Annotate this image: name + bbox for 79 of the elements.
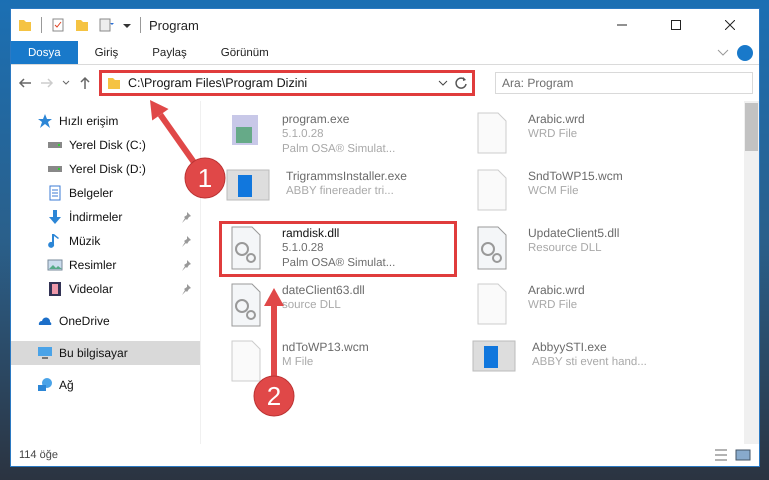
file-detail: ABBY finereader tri... — [286, 184, 395, 199]
file-item[interactable]: UpdateClient5.dll Resource DLL — [465, 221, 703, 277]
close-icon — [725, 20, 735, 30]
file-detail: Palm OSA® Simulat... — [282, 142, 396, 157]
star-icon — [37, 113, 53, 129]
download-icon — [47, 209, 63, 225]
checklist-icon — [50, 17, 66, 33]
pin-icon — [180, 235, 192, 247]
file-detail: M File — [282, 355, 314, 370]
folder-icon — [106, 75, 122, 91]
sidebar-item[interactable]: Hızlı erişim — [11, 109, 200, 133]
application-window-icon — [472, 339, 516, 373]
scrollbar[interactable] — [744, 101, 759, 444]
file-name: program.exe — [282, 112, 350, 127]
new-folder-icon — [74, 17, 90, 33]
large-icons-view-icon — [735, 447, 751, 463]
file-item[interactable]: Arabic.wrd WRD File — [465, 278, 703, 334]
ribbon-tab[interactable]: Giriş — [78, 41, 136, 64]
picture-icon — [47, 257, 63, 273]
address-bar[interactable]: C:\Program Files\Program Dizini — [99, 70, 475, 96]
pin-icon — [180, 259, 192, 271]
pin-icon — [180, 211, 192, 223]
details-view-icon — [713, 447, 729, 463]
ribbon-tab[interactable]: Paylaş — [135, 41, 204, 64]
file-name: dateClient63.dll — [282, 283, 365, 298]
file-name: Arabic.wrd — [528, 112, 585, 127]
ribbon-tab[interactable]: Görünüm — [204, 41, 286, 64]
sidebar-item[interactable]: OneDrive — [11, 309, 200, 333]
file-name: ramdisk.dll — [282, 226, 340, 241]
file-detail: Palm OSA® Simulat... — [282, 256, 396, 271]
file-detail: 5.1.0.28 — [282, 127, 325, 142]
maximize-icon — [671, 20, 681, 30]
properties-icon — [98, 17, 114, 33]
help-icon — [737, 44, 753, 60]
file-item[interactable]: ramdisk.dll 5.1.0.28 Palm OSA® Simulat... — [219, 221, 457, 277]
sidebar-item[interactable]: Belgeler — [11, 181, 122, 205]
file-name: ndToWP13.wcm — [282, 340, 369, 355]
sidebar-item[interactable]: Yerel Disk (C:) — [11, 133, 154, 157]
item-count: 114 öğe — [19, 449, 59, 461]
file-name: UpdateClient5.dll — [528, 226, 620, 241]
chevron-down-icon — [717, 49, 729, 56]
file-item[interactable]: Arabic.wrd WRD File — [465, 107, 703, 163]
file-name: TrigrammsInstaller.exe — [286, 169, 407, 184]
folder-icon — [17, 17, 33, 33]
file-detail: Resource DLL — [528, 241, 603, 256]
file-detail: WCM File — [528, 184, 580, 199]
chevron-down-icon — [438, 78, 448, 88]
sidebar-item[interactable]: Resimler — [11, 253, 200, 277]
file-name: Arabic.wrd — [528, 283, 585, 298]
drive-icon — [47, 142, 63, 148]
file-detail: 5.1.0.28 — [282, 241, 325, 256]
file-detail: WRD File — [528, 127, 578, 142]
numbered-callout-marker: 2 — [254, 376, 294, 416]
sidebar-item[interactable]: Müzik — [11, 229, 200, 253]
drive-icon — [47, 166, 63, 172]
file-detail: ABBY sti event hand... — [532, 355, 647, 370]
file-item[interactable]: AbbyySTI.exe ABBY sti event hand... — [465, 335, 703, 391]
search-field[interactable]: Ara: Program — [495, 72, 753, 94]
numbered-callout-marker: 1 — [184, 158, 226, 198]
file-menu-tab[interactable]: Dosya — [11, 41, 78, 64]
file-detail: source DLL — [282, 298, 342, 313]
file-name: AbbyySTI.exe — [532, 340, 608, 355]
window-title: Program — [149, 18, 200, 32]
film-icon — [47, 281, 63, 297]
file-item[interactable]: SndToWP15.wcm WCM File — [465, 164, 703, 220]
sidebar-item[interactable]: İndirmeler — [11, 205, 200, 229]
sidebar-item[interactable]: Bu bilgisayar — [11, 341, 200, 365]
network-icon — [37, 377, 53, 393]
application-window-icon — [226, 168, 270, 202]
sidebar-item[interactable]: Ağ — [11, 373, 200, 397]
document-icon — [47, 185, 63, 201]
pin-icon — [180, 283, 192, 295]
sidebar-item[interactable]: Videolar — [11, 277, 200, 301]
refresh-icon — [454, 76, 468, 90]
file-detail: WRD File — [528, 298, 578, 313]
file-name: SndToWP15.wcm — [528, 169, 623, 184]
sidebar-item[interactable]: Yerel Disk (D:) — [11, 157, 154, 181]
computer-icon — [37, 345, 53, 361]
file-item[interactable]: dateClient63.dll source DLL — [219, 278, 457, 334]
